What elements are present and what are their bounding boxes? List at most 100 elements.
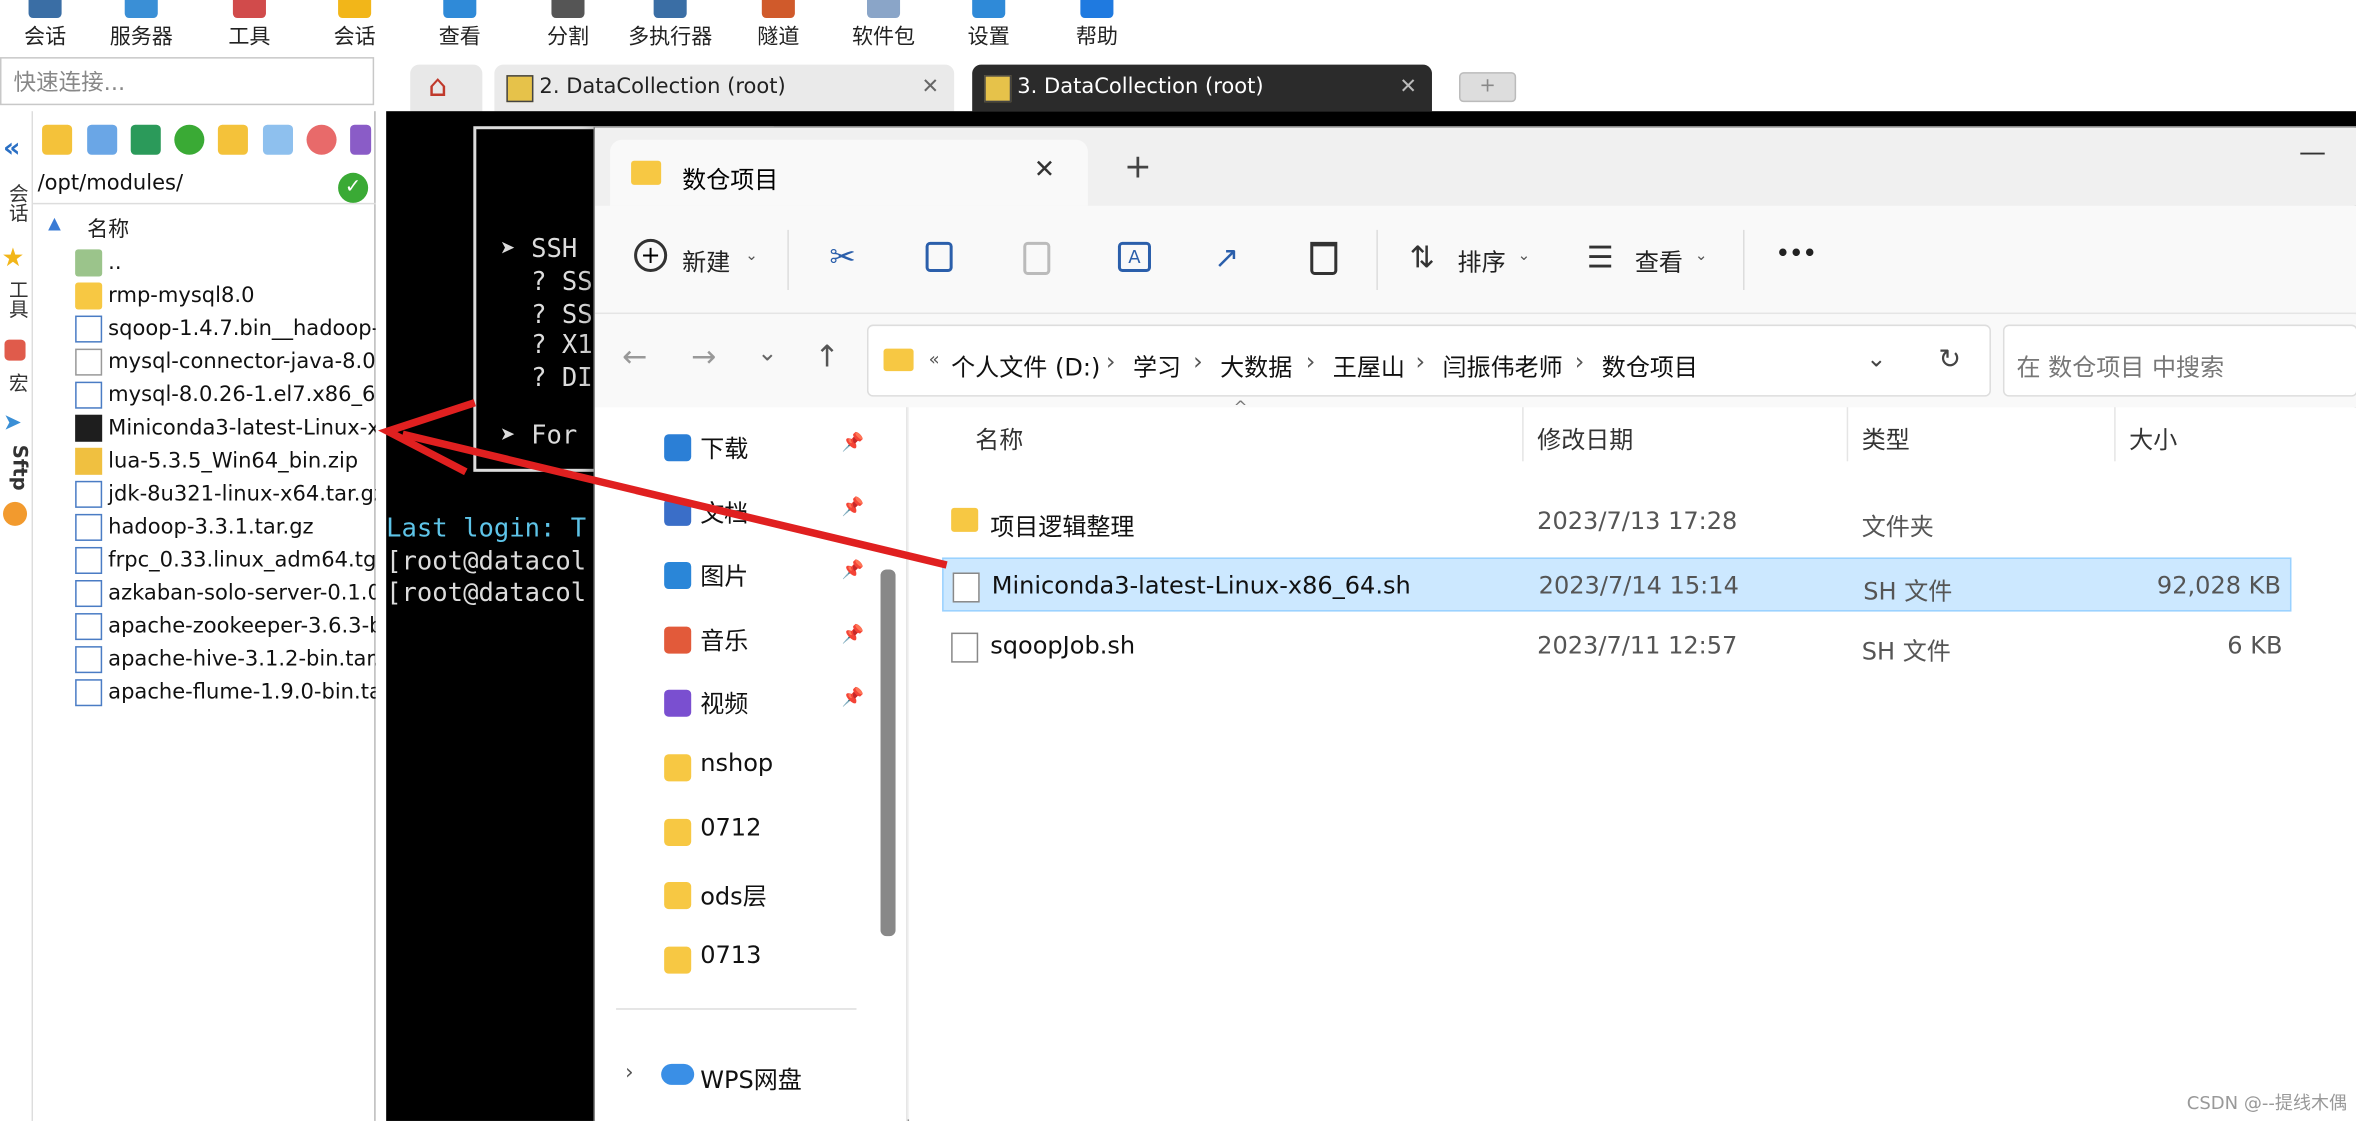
nav-item-2[interactable]: 图片 (700, 556, 748, 592)
session-tab-2[interactable]: 2. DataCollection (root) ✕ (494, 64, 955, 112)
column-header-name[interactable]: 名称 (975, 419, 1023, 455)
delete-icon[interactable] (1310, 241, 1338, 275)
forward-arrow-icon[interactable]: → (691, 338, 716, 374)
sftp-file-row[interactable]: .. (33, 246, 376, 279)
nav-item-7[interactable]: ods层 (700, 876, 767, 912)
quick-connect-input[interactable]: 快速连接... (0, 57, 375, 106)
toolbar-button-0[interactable]: 会话 (0, 0, 90, 51)
nav-item-8[interactable]: 0713 (700, 940, 761, 969)
breadcrumb-item[interactable]: 个人文件 (D:) (951, 347, 1100, 383)
nav-item-3[interactable]: 音乐 (700, 620, 748, 656)
toolbar-button-8[interactable]: 软件包 (838, 0, 928, 51)
back-arrow-icon[interactable]: ← (622, 338, 647, 374)
nav-scrollbar[interactable] (880, 569, 896, 937)
pin-icon[interactable]: 📌 (841, 431, 863, 452)
explorer-tab[interactable]: 数仓项目 ✕ (610, 139, 1088, 206)
collapse-icon[interactable]: « (3, 132, 20, 164)
toolbar-button-5[interactable]: 分割 (523, 0, 613, 51)
sftp-file-row[interactable]: hadoop-3.3.1.tar.gz (33, 511, 376, 544)
path-ok-icon[interactable]: ✓ (338, 172, 369, 203)
toolbar-button-6[interactable]: 多执行器 (625, 0, 715, 51)
pin-icon[interactable]: 📌 (841, 495, 863, 516)
pin-icon[interactable]: 📌 (841, 623, 863, 644)
close-icon[interactable]: ✕ (1034, 155, 1055, 185)
session-tab-3[interactable]: 3. DataCollection (root) ✕ (972, 64, 1432, 112)
side-tab-sftp[interactable]: Sftp (3, 445, 31, 491)
sftp-column-header[interactable]: ▲ 名称 (33, 213, 376, 243)
address-input[interactable]: « 个人文件 (D:) › 学习 › 大数据 › 王屋山 › 闫振伟老师 › 数… (867, 324, 1991, 397)
address-dropdown-icon[interactable]: ⌄ (1866, 344, 1886, 373)
breadcrumb-item[interactable]: 王屋山 (1333, 347, 1405, 383)
column-divider[interactable] (2114, 407, 2116, 462)
copy-icon[interactable] (925, 241, 953, 272)
up-arrow-icon[interactable]: ↑ (814, 338, 839, 374)
toolbar-button-7[interactable]: 隧道 (733, 0, 823, 51)
side-tab-tools[interactable]: 工具 (3, 279, 30, 318)
sftp-file-row[interactable]: apache-zookeeper-3.6.3-bin (33, 610, 376, 643)
toolbar-button-1[interactable]: 服务器 (96, 0, 186, 51)
sftp-file-row[interactable]: frpc_0.33.linux_adm64.tgz (33, 544, 376, 577)
new-tab-icon[interactable]: + (1124, 149, 1152, 187)
sftp-file-row[interactable]: mysql-connector-java-8.0.2 (33, 346, 376, 379)
expand-chevron-icon[interactable]: › (625, 1061, 633, 1085)
sftp-file-row[interactable]: apache-flume-1.9.0-bin.tar. (33, 676, 376, 709)
sftp-file-row[interactable]: lua-5.3.5_Win64_bin.zip (33, 445, 376, 478)
home-tab[interactable]: ⌂ (410, 64, 483, 112)
close-tab-icon[interactable]: ✕ (921, 65, 939, 112)
refresh-icon[interactable] (174, 124, 205, 155)
rename-icon[interactable]: A (1117, 241, 1151, 272)
recent-chevron-icon[interactable]: ⌄ (757, 338, 777, 367)
sftp-file-row[interactable]: Miniconda3-latest-Linux-x86 (33, 412, 376, 445)
sftp-file-row[interactable]: mysql-8.0.26-1.el7.x86_64. (33, 379, 376, 412)
nav-item-6[interactable]: 0712 (700, 812, 761, 841)
view-icon[interactable]: ☰ (1587, 239, 1614, 275)
breadcrumb-item[interactable]: 数仓项目 (1602, 347, 1698, 383)
column-divider[interactable] (1846, 407, 1849, 462)
column-header-type[interactable]: 类型 (1862, 419, 1910, 455)
rename-icon[interactable] (350, 124, 372, 155)
sort-button[interactable]: 排序 (1458, 242, 1506, 278)
parent-folder-icon[interactable] (42, 124, 73, 155)
breadcrumb-item[interactable]: 大数据 (1220, 347, 1292, 383)
side-tab-macros[interactable]: 宏 (3, 373, 30, 393)
refresh-icon[interactable]: ↻ (1938, 344, 1961, 376)
nav-item-5[interactable]: nshop (700, 748, 773, 777)
nav-item-wps[interactable]: WPS网盘 (700, 1059, 802, 1095)
toolbar-button-4[interactable]: 查看 (415, 0, 505, 51)
view-button[interactable]: 查看 (1635, 242, 1683, 278)
sftp-path-input[interactable]: /opt/modules/ (33, 168, 376, 205)
share-icon[interactable]: ↗ (1214, 239, 1239, 275)
column-header-date[interactable]: 修改日期 (1537, 419, 1633, 455)
delete-icon[interactable] (306, 124, 337, 155)
upload-icon[interactable] (130, 124, 161, 155)
more-button[interactable]: ••• (1776, 242, 1816, 266)
file-row[interactable]: sqoopJob.sh 2023/7/11 12:57 SH 文件 6 KB (942, 619, 2291, 673)
sftp-file-row[interactable]: rmp-mysql8.0 (33, 279, 376, 312)
new-tab-button[interactable]: + (1459, 72, 1517, 103)
breadcrumb-item[interactable]: 学习 (1133, 347, 1181, 383)
nav-item-4[interactable]: 视频 (700, 684, 748, 720)
new-icon[interactable]: + (634, 238, 668, 272)
new-button[interactable]: 新建 (682, 242, 730, 278)
column-divider[interactable] (1522, 407, 1524, 462)
toolbar-button-10[interactable]: 帮助 (1052, 0, 1142, 51)
side-tab-sessions[interactable]: 会话 (3, 183, 30, 222)
nav-item-0[interactable]: 下载 (700, 428, 748, 464)
sftp-file-row[interactable]: azkaban-solo-server-0.1.0-S (33, 577, 376, 610)
sort-icon[interactable]: ⇅ (1409, 239, 1434, 275)
pin-icon[interactable]: 📌 (841, 687, 863, 708)
toolbar-button-3[interactable]: 会话 (310, 0, 400, 51)
breadcrumb-item[interactable]: 闫振伟老师 (1442, 347, 1562, 383)
toolbar-button-2[interactable]: 工具 (204, 0, 294, 51)
cut-icon[interactable]: ✂ (829, 239, 855, 275)
toolbar-button-9[interactable]: 设置 (944, 0, 1034, 51)
pin-icon[interactable]: 📌 (841, 559, 863, 580)
file-row[interactable]: 项目逻辑整理 2023/7/13 17:28 文件夹 (942, 494, 2291, 548)
column-header-size[interactable]: 大小 (2129, 419, 2177, 455)
new-folder-icon[interactable] (217, 124, 248, 155)
breadcrumb-overflow[interactable]: « (929, 349, 940, 370)
search-input[interactable]: 在 数仓项目 中搜索 (2002, 324, 2356, 397)
close-tab-icon[interactable]: ✕ (1399, 65, 1417, 112)
sftp-file-row[interactable]: apache-hive-3.1.2-bin.tar.g (33, 643, 376, 676)
nav-item-1[interactable]: 文档 (700, 492, 748, 528)
